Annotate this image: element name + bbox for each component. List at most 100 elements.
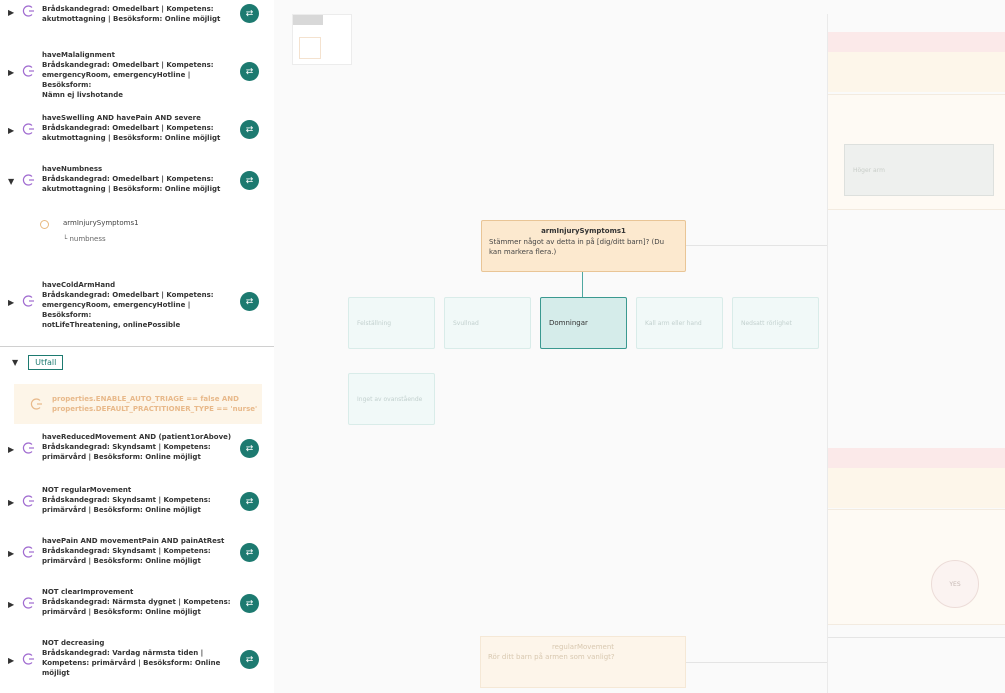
answer-option-node[interactable]: Kall arm eller hand bbox=[636, 297, 723, 349]
section-divider bbox=[0, 346, 274, 347]
go-to-node-icon[interactable]: ⇄ bbox=[240, 543, 259, 562]
rule-line: Brådskandegrad: Omedelbart | Kompetens: bbox=[42, 61, 214, 69]
collapse-caret-icon[interactable]: ▼ bbox=[12, 358, 18, 367]
condition-block[interactable]: properties.ENABLE_AUTO_TRIAGE == false A… bbox=[14, 384, 262, 424]
answer-option-node-selected[interactable]: Domningar bbox=[540, 297, 627, 349]
expand-caret-icon[interactable]: ▶ bbox=[8, 549, 18, 558]
rule-line: akutmottagning | Besöksform: Online möjl… bbox=[42, 134, 221, 142]
rule-line: Brådskandegrad: Närmsta dygnet | Kompete… bbox=[42, 598, 231, 606]
condition-icon bbox=[22, 174, 34, 186]
utfall-section-header[interactable]: ▼ Utfall bbox=[12, 355, 64, 370]
rule-line: Kompetens: primärvård | Besöksform: Onli… bbox=[42, 659, 221, 667]
expand-caret-icon[interactable]: ▶ bbox=[8, 68, 18, 77]
question-node-icon bbox=[40, 220, 49, 229]
rule-item[interactable]: ▶ havePain AND movementPain AND painAtRe… bbox=[8, 536, 259, 566]
expand-caret-icon[interactable]: ▶ bbox=[8, 126, 18, 135]
rule-title: NOT clearImprovement bbox=[42, 588, 134, 596]
go-to-node-icon[interactable]: ⇄ bbox=[240, 292, 259, 311]
rule-line: akutmottagning | Besöksform: Online möjl… bbox=[42, 185, 221, 193]
condition-icon bbox=[22, 495, 34, 507]
go-to-node-icon[interactable]: ⇄ bbox=[240, 4, 259, 23]
condition-icon bbox=[22, 653, 34, 665]
answer-option-node[interactable]: Svullnad bbox=[444, 297, 531, 349]
rule-item[interactable]: ▶ NOT decreasing Brådskandegrad: Vardag … bbox=[8, 638, 259, 678]
question-node-faded[interactable]: regularMovement Rör ditt barn på armen s… bbox=[480, 636, 686, 688]
rule-line: Brådskandegrad: Skyndsamt | Kompetens: bbox=[42, 547, 211, 555]
rule-item[interactable]: ▼ haveNumbness Brådskandegrad: Omedelbar… bbox=[8, 164, 259, 194]
section-label: Utfall bbox=[28, 355, 64, 370]
collapse-caret-icon[interactable]: ▼ bbox=[8, 177, 18, 186]
condition-icon bbox=[22, 442, 34, 454]
answer-option-node[interactable]: Felställning bbox=[348, 297, 435, 349]
condition-icon bbox=[22, 65, 34, 77]
rule-item[interactable]: ▶ haveSwelling AND havePain AND severe B… bbox=[8, 113, 259, 143]
node-title: regularMovement bbox=[551, 643, 615, 651]
condition-icon bbox=[30, 398, 42, 410]
rule-title: NOT regularMovement bbox=[42, 486, 132, 494]
condition-icon bbox=[22, 295, 34, 307]
condition-icon bbox=[22, 123, 34, 135]
rule-item[interactable]: ▶ NOT regularMovement Brådskandegrad: Sk… bbox=[8, 485, 259, 515]
rule-title: haveColdArmHand bbox=[42, 281, 116, 289]
yes-node[interactable]: YES bbox=[931, 560, 979, 608]
rule-item[interactable]: ▶ haveMalalignment Brådskandegrad: Omede… bbox=[8, 50, 259, 100]
expand-caret-icon[interactable]: ▶ bbox=[8, 656, 18, 665]
rule-line: emergencyRoom, emergencyHotline | Besöks… bbox=[42, 301, 191, 319]
go-to-node-icon[interactable]: ⇄ bbox=[240, 492, 259, 511]
rule-title: haveSwelling AND havePain AND severe bbox=[42, 114, 201, 122]
condition-icon bbox=[22, 597, 34, 609]
answer-option-node[interactable]: Nedsatt rörlighet bbox=[732, 297, 819, 349]
go-to-node-icon[interactable]: ⇄ bbox=[240, 62, 259, 81]
edge-line bbox=[582, 272, 583, 298]
condition-icon bbox=[22, 546, 34, 558]
condition-line: properties.ENABLE_AUTO_TRIAGE == false A… bbox=[52, 395, 239, 403]
node-title: armInjurySymptoms1 bbox=[541, 227, 626, 235]
expand-caret-icon[interactable]: ▶ bbox=[8, 600, 18, 609]
rule-item[interactable]: ▶ haveReducedMovement AND (patient1orAbo… bbox=[8, 432, 259, 462]
rule-line: emergencyRoom, emergencyHotline | Besöks… bbox=[42, 71, 191, 89]
rule-title: haveReducedMovement AND (patient1orAbove… bbox=[42, 433, 232, 441]
go-to-node-icon[interactable]: ⇄ bbox=[240, 120, 259, 139]
node-question-text: Rör ditt barn på armen som vanligt? bbox=[488, 653, 615, 661]
minimap[interactable] bbox=[292, 14, 352, 65]
rule-line: akutmottagning | Besöksform: Online möjl… bbox=[42, 15, 221, 23]
node-label: armInjurySymptoms1 bbox=[63, 219, 139, 227]
expand-caret-icon[interactable]: ▶ bbox=[8, 8, 18, 17]
rule-line: Brådskandegrad: Omedelbart | Kompetens: bbox=[42, 124, 214, 132]
rule-line: Nämn ej livshotande bbox=[42, 91, 124, 99]
rule-title: Brådskandegrad: Omedelbart | Kompetens: bbox=[42, 5, 214, 13]
rule-item[interactable]: ▶ Brådskandegrad: Omedelbart | Kompetens… bbox=[8, 4, 259, 24]
answer-option-node[interactable]: Inget av ovanstående bbox=[348, 373, 435, 425]
go-to-node-icon[interactable]: ⇄ bbox=[240, 439, 259, 458]
rule-line: primärvård | Besöksform: Online möjligt bbox=[42, 506, 201, 514]
rule-line: Brådskandegrad: Omedelbart | Kompetens: bbox=[42, 291, 214, 299]
rule-title: haveMalalignment bbox=[42, 51, 115, 59]
rule-line: Brådskandegrad: Skyndsamt | Kompetens: bbox=[42, 496, 211, 504]
go-to-node-icon[interactable]: ⇄ bbox=[240, 594, 259, 613]
outcome-panel: Höger arm YES bbox=[827, 14, 1005, 693]
rule-item[interactable]: ▶ NOT clearImprovement Brådskandegrad: N… bbox=[8, 587, 259, 617]
outcome-node[interactable]: Höger arm bbox=[844, 144, 994, 196]
rule-title: haveNumbness bbox=[42, 165, 103, 173]
rule-line: primärvård | Besöksform: Online möjligt bbox=[42, 557, 201, 565]
rules-sidebar: ▶ Brådskandegrad: Omedelbart | Kompetens… bbox=[0, 0, 274, 693]
go-to-node-icon[interactable]: ⇄ bbox=[240, 650, 259, 669]
rule-line: möjligt bbox=[42, 669, 70, 677]
expand-caret-icon[interactable]: ▶ bbox=[8, 298, 18, 307]
rule-line: notLifeThreatening, onlinePossible bbox=[42, 321, 181, 329]
rule-title: havePain AND movementPain AND painAtRest bbox=[42, 537, 225, 545]
flow-canvas[interactable]: armInjurySymptoms1 Stämmer något av dett… bbox=[274, 0, 1005, 693]
expanded-node[interactable]: armInjurySymptoms1 └ numbness bbox=[40, 219, 139, 243]
node-question-text: Stämmer något av detta in på [dig/ditt b… bbox=[489, 238, 665, 256]
question-node[interactable]: armInjurySymptoms1 Stämmer något av dett… bbox=[481, 220, 686, 272]
rule-item[interactable]: ▶ haveColdArmHand Brådskandegrad: Omedel… bbox=[8, 280, 259, 330]
node-answer: └ numbness bbox=[63, 235, 106, 243]
go-to-node-icon[interactable]: ⇄ bbox=[240, 171, 259, 190]
rule-line: primärvård | Besöksform: Online möjligt bbox=[42, 608, 201, 616]
rule-line: Brådskandegrad: Vardag närmsta tiden | bbox=[42, 649, 204, 657]
expand-caret-icon[interactable]: ▶ bbox=[8, 498, 18, 507]
expand-caret-icon[interactable]: ▶ bbox=[8, 445, 18, 454]
rule-title: NOT decreasing bbox=[42, 639, 105, 647]
rule-line: Brådskandegrad: Omedelbart | Kompetens: bbox=[42, 175, 214, 183]
condition-line: properties.DEFAULT_PRACTITIONER_TYPE == … bbox=[52, 405, 258, 413]
